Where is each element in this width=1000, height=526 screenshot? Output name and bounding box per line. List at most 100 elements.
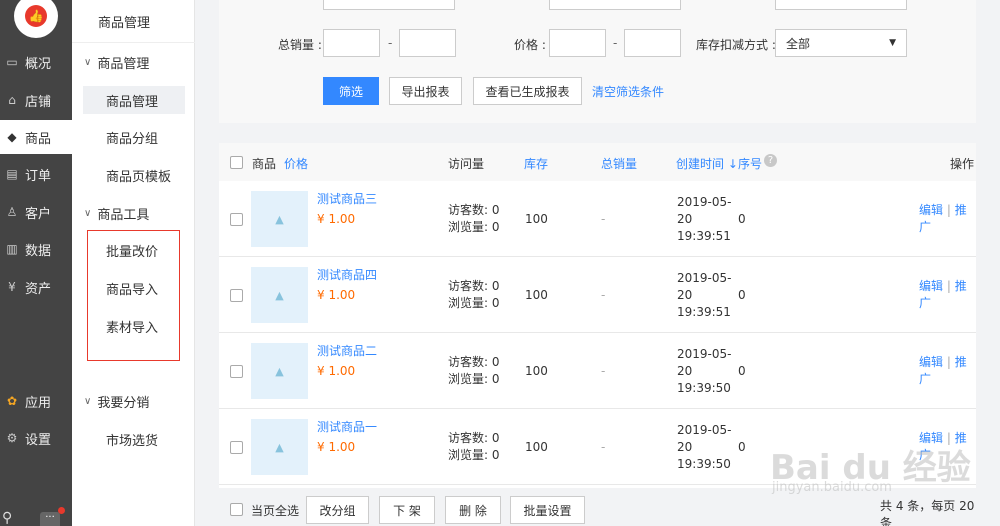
filter-button[interactable]: 筛选: [323, 77, 379, 105]
header-price-sort[interactable]: 价格: [284, 155, 308, 172]
bar-chart-icon: ▥: [6, 242, 18, 256]
help-icon[interactable]: ?: [764, 154, 777, 167]
product-thumbnail[interactable]: ▲: [251, 343, 308, 399]
nav-item-store[interactable]: ⌂ 店铺: [0, 83, 72, 117]
header-sales-sort[interactable]: 总销量: [601, 155, 637, 172]
total-sales-min-input[interactable]: [323, 29, 380, 57]
nav-item-assets[interactable]: ¥ 资产: [0, 270, 72, 304]
sales-value: -: [601, 212, 606, 226]
row-checkbox[interactable]: [230, 289, 243, 302]
row-checkbox[interactable]: [230, 213, 243, 226]
header-created-sort[interactable]: 创建时间 ↓: [676, 155, 738, 172]
product-thumbnail[interactable]: ▲: [251, 267, 308, 323]
header-stock-sort[interactable]: 库存: [524, 155, 548, 172]
group-product-tools[interactable]: ∨ 商品工具: [84, 204, 149, 223]
image-placeholder-icon: ▲: [275, 288, 284, 302]
seq-value[interactable]: 0: [738, 287, 746, 304]
created-day: 20: [677, 288, 693, 302]
created-time: 19:39:51: [677, 305, 731, 319]
sales-value: -: [601, 288, 606, 302]
nav-item-data[interactable]: ▥ 数据: [0, 232, 72, 266]
created-date: 2019-05-: [677, 271, 732, 285]
product-name-link[interactable]: 测试商品一: [317, 419, 377, 436]
clear-filters-link[interactable]: 清空筛选条件: [592, 83, 664, 100]
sub-item-product-management[interactable]: 商品管理: [83, 86, 185, 114]
header-product: 商品: [252, 157, 277, 171]
select-all-checkbox[interactable]: [230, 156, 243, 169]
nav-item-customers[interactable]: ♙ 客户: [0, 195, 72, 229]
thumbs-up-icon: 👍: [25, 5, 47, 27]
product-thumbnail[interactable]: ▲: [251, 191, 308, 247]
table-row: ▲ 测试商品四 ¥ 1.00 访客数: 0 浏览量: 0 100 - 2019-…: [219, 257, 976, 333]
group-distribution[interactable]: ∨ 我要分销: [84, 392, 149, 411]
seq-value[interactable]: 0: [738, 211, 746, 228]
take-down-button[interactable]: 下 架: [379, 496, 435, 524]
apps-icon: ✿: [6, 394, 18, 408]
product-name-link[interactable]: 测试商品四: [317, 267, 377, 284]
created-time: 19:39:50: [677, 381, 731, 395]
edit-link[interactable]: 编辑: [919, 203, 943, 217]
product-name-link[interactable]: 测试商品三: [317, 191, 377, 208]
row-checkbox[interactable]: [230, 441, 243, 454]
created-day: 20: [677, 212, 693, 226]
nav-item-products[interactable]: ◆ 商品: [0, 120, 72, 154]
delete-button[interactable]: 删 除: [445, 496, 501, 524]
edit-link[interactable]: 编辑: [919, 355, 943, 369]
filter-input-top-1[interactable]: [323, 0, 455, 10]
pagination-summary: 共 4 条，每页 20 条: [880, 499, 975, 526]
row-actions: 编辑 | 推广: [919, 354, 976, 388]
sub-item-market-select[interactable]: 市场选货: [83, 425, 185, 453]
nav-item-orders[interactable]: ▤ 订单: [0, 157, 72, 191]
group-product-management[interactable]: ∨ 商品管理: [84, 53, 149, 72]
nav-item-label: 概况: [25, 56, 52, 72]
baidu-watermark-url: jingyan.baidu.com: [772, 480, 892, 495]
seq-value[interactable]: 0: [738, 363, 746, 380]
filter-input-top-2[interactable]: [549, 0, 681, 10]
price-max-input[interactable]: [624, 29, 681, 57]
more-icon[interactable]: ···: [40, 512, 60, 526]
store-icon: ⌂: [8, 93, 16, 107]
created-date: 2019-05-: [677, 347, 732, 361]
sub-item-page-templates[interactable]: 商品页模板: [83, 161, 185, 189]
nav-item-settings[interactable]: ⚙ 设置: [0, 421, 72, 455]
product-name-link[interactable]: 测试商品二: [317, 343, 377, 360]
image-placeholder-icon: ▲: [275, 364, 284, 378]
header-seq-sort[interactable]: 序号: [738, 155, 762, 172]
nav-item-label: 资产: [25, 281, 52, 297]
product-price: ¥ 1.00: [317, 212, 356, 226]
stock-value: 100: [525, 212, 548, 226]
row-checkbox[interactable]: [230, 365, 243, 378]
export-report-button[interactable]: 导出报表: [389, 77, 462, 105]
change-group-button[interactable]: 改分组: [306, 496, 369, 524]
list-icon: ▤: [6, 167, 18, 181]
nav-item-label: 订单: [25, 168, 52, 184]
page-select-all-label[interactable]: 当页全选: [251, 502, 299, 519]
created-day: 20: [677, 440, 693, 454]
chevron-down-icon: ∨: [84, 57, 92, 68]
nav-item-overview[interactable]: ▭ 概况: [0, 45, 72, 79]
primary-sidebar: 👍 ▭ 概况 ⌂ 店铺 ◆ 商品 ▤ 订单 ♙ 客户 ▥ 数据 ¥ 资产 ✿ 应用 ⚙ 设置 ⚲ …: [0, 0, 72, 526]
edit-link[interactable]: 编辑: [919, 279, 943, 293]
page-select-all-checkbox[interactable]: [230, 503, 243, 516]
product-thumbnail[interactable]: ▲: [251, 419, 308, 475]
sub-item-product-groups[interactable]: 商品分组: [83, 123, 185, 151]
nav-item-apps[interactable]: ✿ 应用: [0, 384, 72, 418]
view-reports-button[interactable]: 查看已生成报表: [473, 77, 582, 105]
search-icon[interactable]: ⚲: [2, 510, 12, 526]
filter-panel: 总销量 : - 价格 : - 库存扣减方式 : 全部 ▼ 筛选 导出报表 查看已…: [219, 0, 976, 123]
nav-item-label: 商品: [25, 131, 52, 147]
stock-value: 100: [525, 288, 548, 302]
stock-method-select[interactable]: 全部 ▼: [775, 29, 907, 57]
group-label: 我要分销: [97, 396, 150, 411]
shop-logo[interactable]: 👍: [14, 0, 58, 38]
image-placeholder-icon: ▲: [275, 212, 284, 226]
group-label: 商品管理: [97, 57, 150, 72]
filter-input-top-3[interactable]: [775, 0, 907, 10]
seq-value[interactable]: 0: [738, 439, 746, 456]
row-actions: 编辑 | 推广: [919, 202, 976, 236]
batch-settings-button[interactable]: 批量设置: [510, 496, 585, 524]
view-count: 浏览量: 0: [448, 220, 500, 234]
stock-method-value: 全部: [786, 36, 811, 51]
price-min-input[interactable]: [549, 29, 606, 57]
total-sales-max-input[interactable]: [399, 29, 456, 57]
